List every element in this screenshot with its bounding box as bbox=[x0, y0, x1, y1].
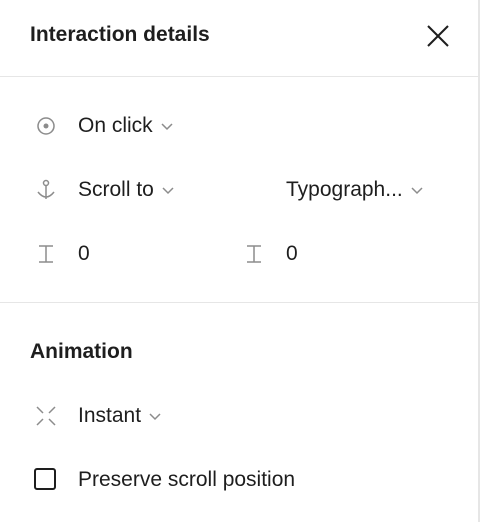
action-value: Scroll to bbox=[78, 178, 154, 201]
panel-title: Interaction details bbox=[30, 23, 210, 46]
offset-y-value: 0 bbox=[286, 242, 298, 265]
action-row: Scroll to Typograph... bbox=[34, 170, 454, 210]
chevron-down-icon bbox=[411, 187, 423, 195]
vertical-offset-icon bbox=[39, 245, 53, 263]
destination-value: Typograph... bbox=[286, 178, 403, 201]
offset-x-value: 0 bbox=[78, 242, 90, 265]
target-icon bbox=[37, 117, 55, 135]
animation-type-value: Instant bbox=[78, 404, 142, 427]
trigger-event-dropdown[interactable]: On click bbox=[78, 114, 175, 138]
animation-section-title: Animation bbox=[30, 340, 133, 363]
close-button[interactable] bbox=[420, 18, 456, 54]
destination-dropdown[interactable]: Typograph... bbox=[286, 178, 425, 202]
offset-row: 0 0 bbox=[34, 234, 454, 274]
preserve-scroll-label[interactable]: Preserve scroll position bbox=[78, 468, 295, 492]
instant-transition-icon bbox=[36, 406, 56, 426]
animation-type-dropdown[interactable]: Instant bbox=[78, 404, 163, 428]
interaction-details-panel: Interaction details On click Scroll to T… bbox=[0, 0, 480, 522]
close-icon bbox=[427, 25, 449, 47]
anchor-icon bbox=[37, 179, 55, 199]
panel-header: Interaction details bbox=[0, 0, 478, 77]
action-dropdown[interactable]: Scroll to bbox=[78, 178, 176, 202]
preserve-scroll-checkbox[interactable] bbox=[34, 468, 56, 490]
chevron-down-icon bbox=[149, 413, 161, 421]
trigger-section: On click Scroll to Typograph... 0 0 bbox=[0, 77, 478, 303]
trigger-event-value: On click bbox=[78, 114, 153, 137]
animation-row: Instant bbox=[34, 396, 334, 436]
trigger-row: On click bbox=[34, 106, 234, 146]
chevron-down-icon bbox=[161, 123, 173, 131]
offset-x-input[interactable]: 0 bbox=[78, 242, 90, 266]
offset-y-input[interactable]: 0 bbox=[286, 242, 298, 266]
vertical-offset-icon bbox=[247, 245, 261, 263]
chevron-down-icon bbox=[162, 187, 174, 195]
